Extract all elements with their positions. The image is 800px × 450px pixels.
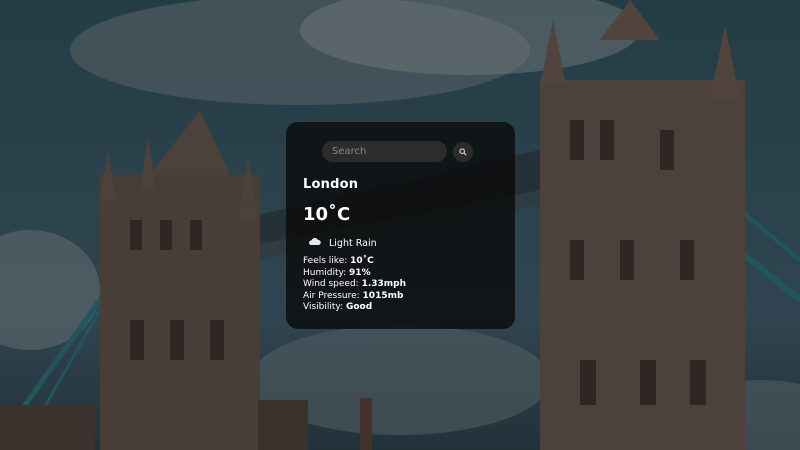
air-pressure-label: Air Pressure:: [303, 290, 363, 301]
feels-like-label: Feels like:: [303, 256, 351, 266]
visibility-row: Visibility: Good: [303, 302, 406, 314]
search-button[interactable]: [453, 141, 473, 162]
feels-like-value: 10˚C: [350, 256, 374, 266]
condition-label: Light Rain: [329, 237, 377, 249]
cloud-icon: [308, 237, 321, 249]
search-icon: [459, 144, 467, 159]
search-input[interactable]: [322, 141, 447, 162]
weather-condition: Light Rain: [308, 237, 377, 249]
weather-card: London 10˚C Light Rain Feels like: 10˚C …: [286, 122, 515, 329]
wind-speed-value: 1.33mph: [361, 279, 406, 289]
search-bar: [322, 141, 473, 162]
visibility-label: Visibility:: [303, 302, 346, 312]
humidity-value: 91%: [349, 267, 371, 278]
humidity-label: Humidity:: [303, 267, 350, 278]
city-name: London: [303, 177, 359, 192]
wind-speed-label: Wind speed:: [303, 279, 362, 289]
temperature: 10˚C: [303, 204, 351, 225]
weather-details: Feels like: 10˚C Humidity: 91% Wind spee…: [303, 256, 406, 314]
air-pressure-value: 1015mb: [362, 290, 404, 301]
air-pressure-row: Air Pressure: 1015mb: [303, 291, 406, 303]
feels-like-row: Feels like: 10˚C: [303, 256, 406, 268]
visibility-value: Good: [345, 302, 373, 312]
humidity-row: Humidity: 91%: [303, 268, 406, 280]
wind-speed-row: Wind speed: 1.33mph: [303, 279, 406, 291]
